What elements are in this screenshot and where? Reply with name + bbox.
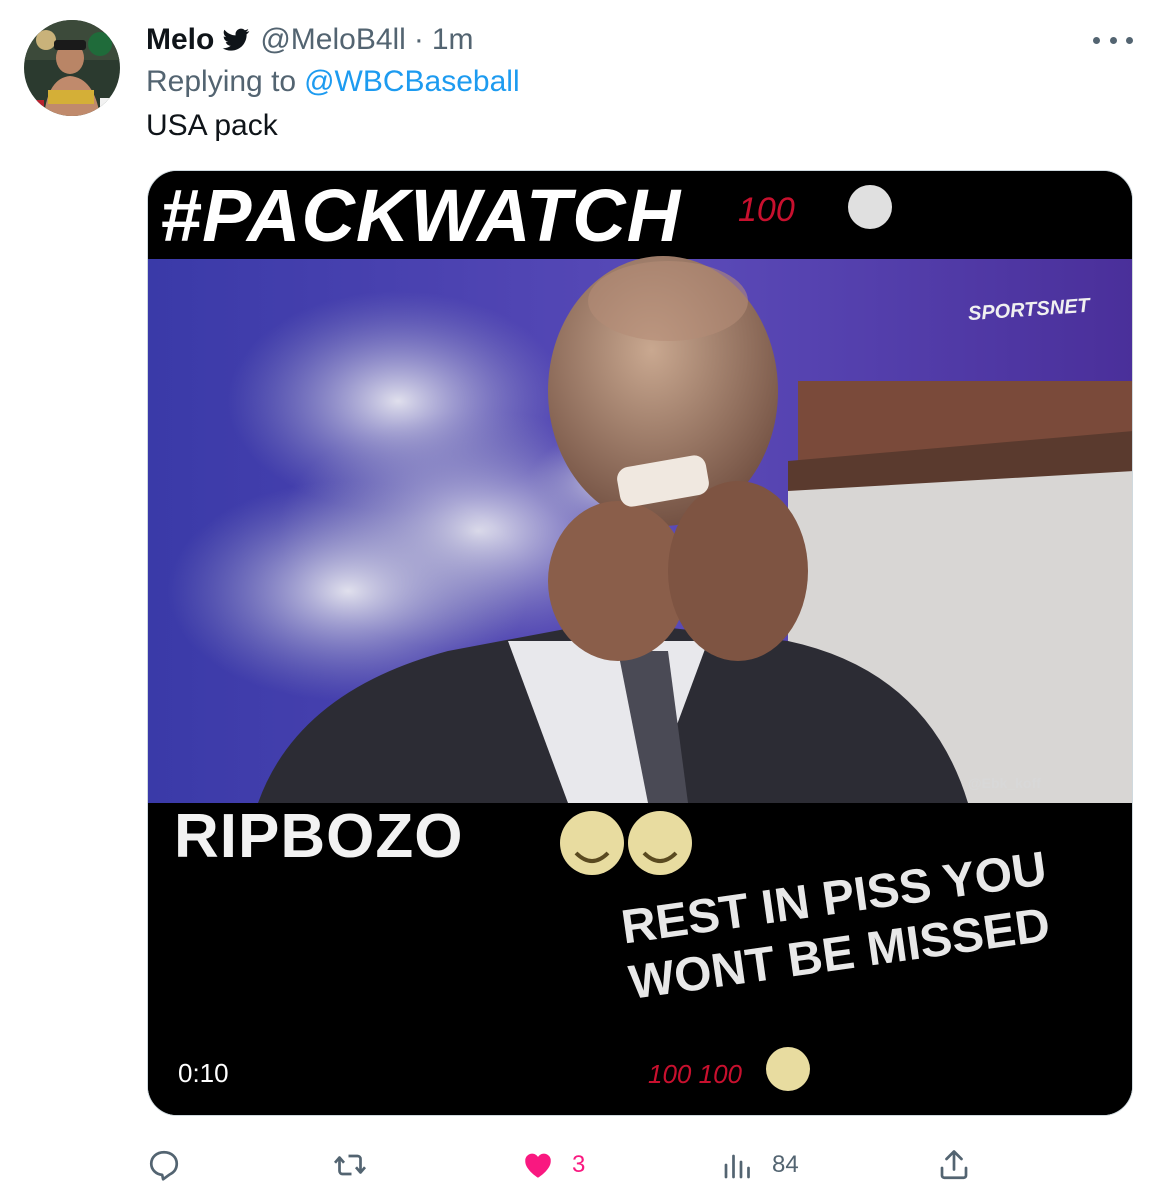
like-count: 3	[572, 1151, 586, 1178]
video-watermark: @Ebk_koff	[968, 775, 1041, 791]
avatar[interactable]	[24, 20, 120, 116]
retweet-button[interactable]	[332, 1140, 384, 1190]
bird-badge-icon	[222, 28, 250, 52]
heart-icon	[525, 1153, 551, 1178]
author-name[interactable]: Melo	[146, 23, 214, 57]
replying-to: Replying to @WBCBaseball	[146, 62, 520, 102]
overlay-title: #PACKWATCH	[160, 174, 682, 257]
like-button[interactable]: 3	[520, 1140, 585, 1190]
avatar-image	[24, 20, 120, 116]
views-count: 84	[772, 1151, 799, 1178]
tweet-actions: 3 84	[146, 1140, 986, 1190]
overlay-middle-text: RIPBOZO	[174, 802, 464, 871]
reply-button[interactable]	[146, 1140, 198, 1190]
tweet-text: USA pack	[146, 109, 278, 142]
author-handle[interactable]: @MeloB4ll	[260, 23, 406, 57]
more-dots-icon[interactable]	[1093, 26, 1133, 54]
svg-text:100 100: 100 100	[648, 1059, 743, 1089]
reply-mention-link[interactable]: @WBCBaseball	[304, 65, 520, 99]
video-duration: 0:10	[178, 1057, 229, 1088]
views-button[interactable]: 84	[720, 1140, 799, 1190]
video-player[interactable]: 100 100 100 #PACKWATCH SPORTSNET @Ebk_ko…	[147, 170, 1133, 1116]
share-button[interactable]	[936, 1140, 972, 1190]
replying-to-label: Replying to	[146, 65, 297, 98]
views-icon	[724, 1154, 750, 1179]
svg-text:100: 100	[738, 191, 795, 229]
retweet-icon	[333, 1154, 367, 1176]
share-icon	[940, 1150, 968, 1180]
tweet-timestamp[interactable]: 1m	[432, 23, 474, 57]
tweet-header: Melo @MeloB4ll · 1m	[146, 18, 474, 62]
header-separator: ·	[413, 23, 424, 56]
tweet[interactable]: Melo @MeloB4ll · 1m Replying to @WBCBase…	[0, 0, 1161, 1200]
reply-icon	[149, 1150, 179, 1181]
